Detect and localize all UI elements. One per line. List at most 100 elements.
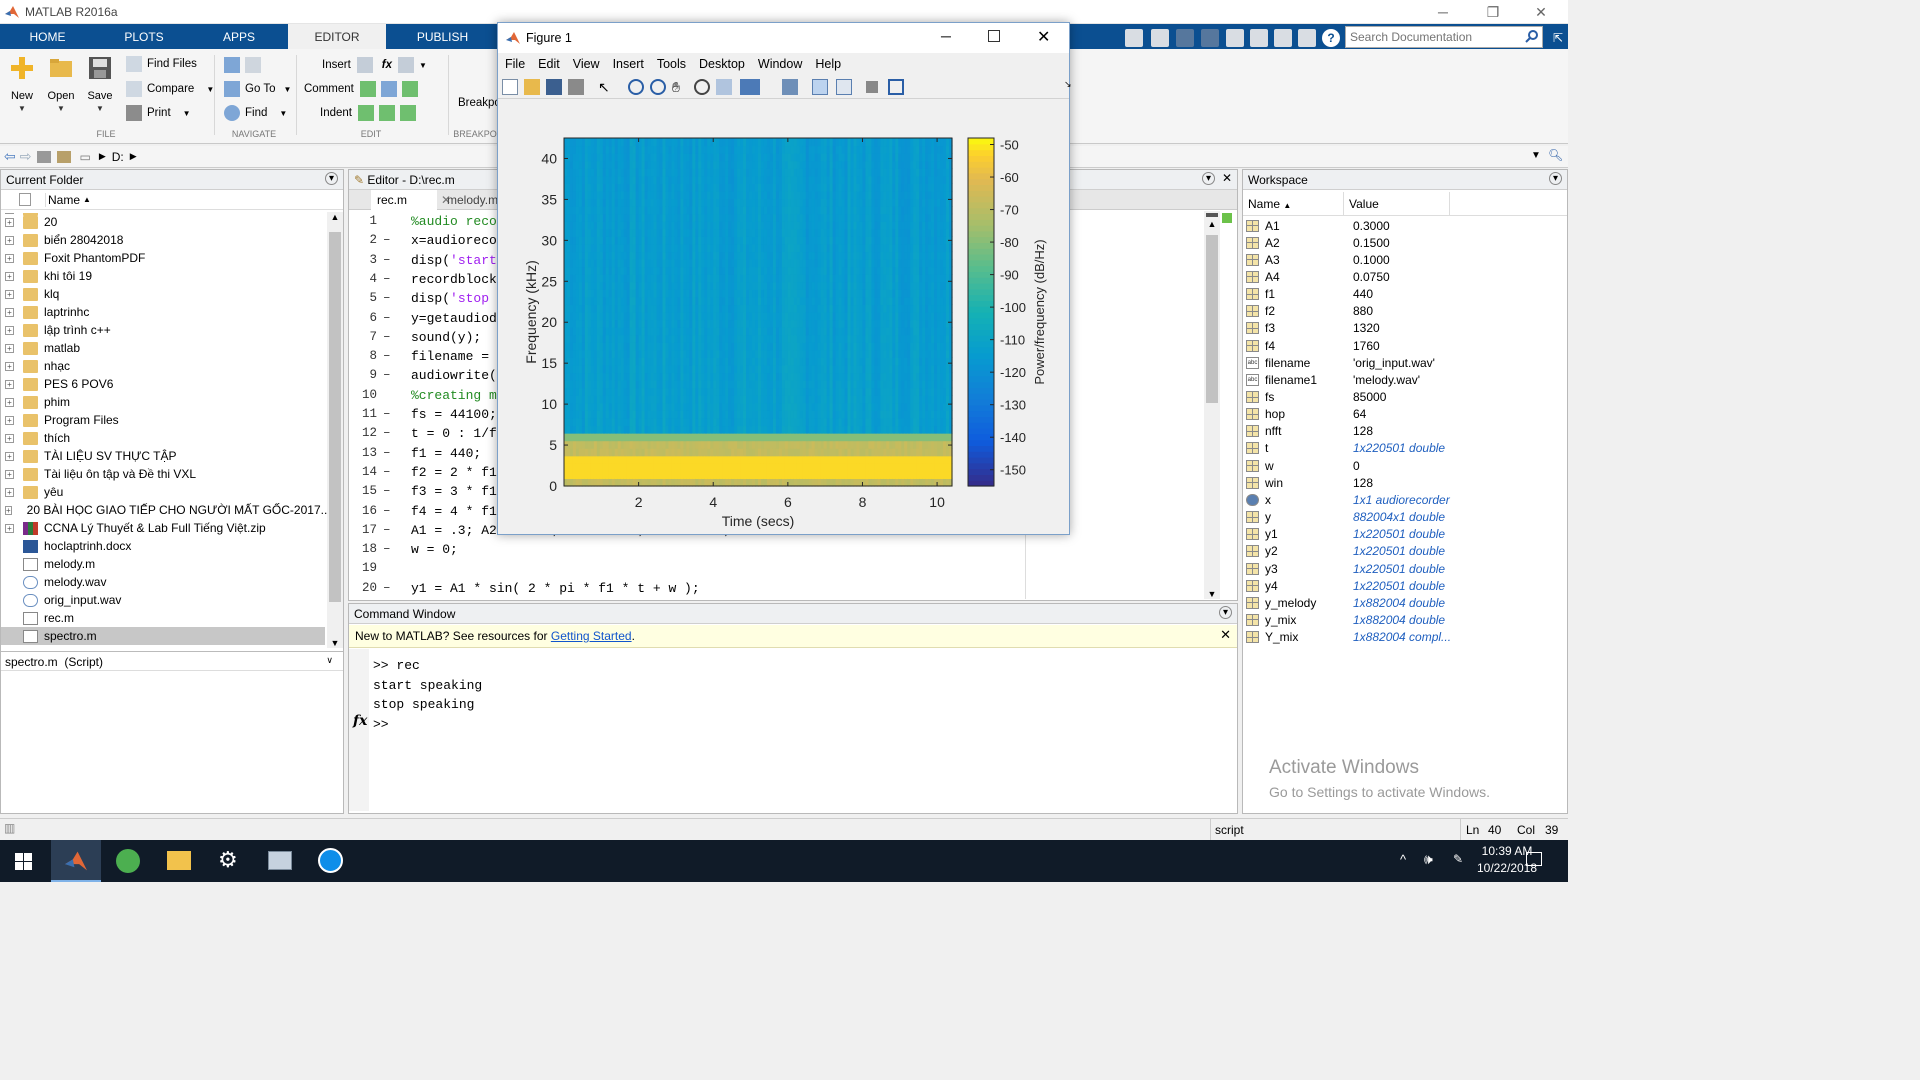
breakpoint-marker[interactable]: – — [383, 291, 391, 305]
workspace-variable[interactable]: x 1x1 audiorecorder — [1243, 491, 1563, 508]
tab-publish[interactable]: PUBLISH — [400, 24, 485, 49]
workspace-variable[interactable]: y3 1x220501 double — [1243, 560, 1563, 577]
path-segment[interactable]: D: — [112, 150, 124, 164]
edit-plot-arrow-icon[interactable]: ↖ — [598, 79, 614, 95]
breakpoint-marker[interactable]: – — [383, 349, 391, 363]
breakpoint-marker[interactable]: – — [383, 523, 391, 537]
brush-icon[interactable] — [740, 79, 760, 95]
breakpoint-marker[interactable]: – — [383, 233, 391, 247]
print-figure-icon[interactable] — [568, 79, 584, 95]
panel-actions-icon[interactable]: ▾ — [1549, 172, 1562, 185]
code-line[interactable]: f3 = 3 * f1 — [411, 484, 497, 499]
tab-editor[interactable]: EDITOR — [288, 24, 386, 49]
folder-scrollbar[interactable]: ▲ ▼ — [327, 212, 343, 648]
workspace-variable[interactable]: y_melody 1x882004 double — [1243, 594, 1563, 611]
workspace-variable[interactable]: f4 1760 — [1243, 337, 1563, 354]
code-line[interactable]: w = 0; — [411, 542, 458, 557]
folder-list-item[interactable]: +20 BÀI HỌC GIAO TIẾP CHO NGƯỜI MẤT GỐC-… — [1, 501, 327, 519]
workspace-variable[interactable]: y 882004x1 double — [1243, 509, 1563, 526]
folder-list-item[interactable]: + CCNA Lý Thuyết & Lab Full Tiếng Việt.zi… — [1, 519, 325, 537]
switch-windows-icon[interactable] — [1298, 29, 1316, 47]
expand-icon[interactable]: + — [5, 397, 14, 407]
breakpoint-marker[interactable]: – — [383, 542, 391, 556]
code-line[interactable]: %creating m — [411, 388, 497, 403]
close-window-button[interactable]: ✕ — [1518, 0, 1564, 24]
workspace-variable[interactable]: f3 1320 — [1243, 320, 1563, 337]
link-plot-icon[interactable] — [782, 79, 798, 95]
code-line[interactable]: t = 0 : 1/f — [411, 426, 497, 441]
code-line[interactable]: f4 = 4 * f1 — [411, 504, 497, 519]
rotate-3d-icon[interactable] — [694, 79, 710, 95]
function-browser-icon[interactable]: fx — [353, 713, 367, 729]
folder-list-item[interactable]: + TÀI LIỆU SV THỰC TẬP — [1, 447, 325, 465]
go-to-button[interactable]: Go To ▼ — [224, 79, 291, 99]
expand-icon[interactable]: + — [5, 325, 14, 335]
panel-actions-icon[interactable]: ▾ — [325, 172, 338, 185]
code-line[interactable]: y1 = A1 * sin( 2 * pi * f1 * t + w ); — [411, 581, 700, 596]
figure-minimize-button[interactable]: ─ — [941, 28, 951, 44]
indent-button[interactable]: Indent — [320, 103, 421, 123]
save-figure-icon[interactable] — [546, 79, 562, 95]
folder-list-item[interactable]: orig_input.wav — [1, 591, 325, 609]
tab-home[interactable]: HOME — [10, 24, 85, 49]
details-toggle-icon[interactable]: ∨ — [326, 655, 333, 666]
open-file-icon[interactable] — [524, 79, 540, 95]
breakpoint-marker[interactable]: – — [383, 426, 391, 440]
comment-button[interactable]: Comment — [304, 79, 423, 99]
cut-icon[interactable] — [1176, 29, 1194, 47]
code-line[interactable]: %audio reco — [411, 214, 497, 229]
workspace-variable[interactable]: A1 0.3000 — [1243, 217, 1563, 234]
code-line[interactable]: f2 = 2 * f1 — [411, 465, 497, 480]
insert-legend-icon[interactable] — [836, 79, 852, 95]
search-folder-icon[interactable]: 🔍︎ — [1548, 148, 1563, 162]
panel-actions-icon[interactable]: ▾ — [1202, 172, 1215, 185]
folder-list-item[interactable]: + Program Files — [1, 411, 325, 429]
workspace-variable[interactable]: fs 85000 — [1243, 389, 1563, 406]
layout-icon[interactable] — [1125, 29, 1143, 47]
close-editor-icon[interactable]: ✕ — [1222, 171, 1232, 185]
menu-file[interactable]: File — [505, 57, 525, 71]
expand-icon[interactable]: + — [5, 469, 14, 479]
folder-list-item[interactable]: + phim — [1, 393, 325, 411]
copy-icon[interactable] — [1201, 29, 1219, 47]
breakpoint-marker[interactable]: – — [383, 253, 391, 267]
scroll-up-icon[interactable]: ▲ — [327, 212, 343, 222]
scroll-down-icon[interactable]: ▼ — [1204, 589, 1220, 599]
expand-icon[interactable]: + — [5, 217, 14, 227]
folder-list-item[interactable]: + khi tôi 19 — [1, 267, 325, 285]
scrollbar-thumb[interactable] — [1206, 235, 1218, 403]
expand-icon[interactable]: + — [5, 415, 14, 425]
workspace-variable[interactable]: t 1x220501 double — [1243, 440, 1563, 457]
folder-list-item[interactable]: + lập trình c++ — [1, 321, 325, 339]
breakpoint-marker[interactable]: – — [383, 484, 391, 498]
expand-toolstrip-icon[interactable]: ⇱ — [1549, 29, 1567, 47]
new-button[interactable]: New ▼ — [2, 55, 42, 113]
code-line[interactable]: sound(y); — [411, 330, 481, 345]
browse-folder-icon[interactable] — [57, 150, 72, 163]
folder-list-item[interactable]: spectro.m — [1, 627, 325, 645]
code-line[interactable]: fs = 44100; — [411, 407, 497, 422]
folder-list-item[interactable]: + biển 28042018 — [1, 231, 325, 249]
folder-list-item[interactable]: rec.m — [1, 609, 325, 627]
tab-plots[interactable]: PLOTS — [105, 24, 183, 49]
folder-list-item[interactable]: + matlab — [1, 339, 325, 357]
breakpoint-marker[interactable]: – — [383, 465, 391, 479]
folder-list-item[interactable]: + thích — [1, 429, 325, 447]
forward-arrow-icon[interactable]: ⇨ — [20, 148, 32, 165]
folder-list-item[interactable]: hoclaptrinh.docx — [1, 537, 325, 555]
compare-button[interactable]: Compare ▼ — [126, 79, 214, 99]
scroll-up-icon[interactable]: ▲ — [1204, 219, 1220, 229]
code-line[interactable]: f1 = 440; — [411, 446, 481, 461]
workspace-variable[interactable]: A3 0.1000 — [1243, 251, 1563, 268]
menu-tools[interactable]: Tools — [657, 57, 686, 71]
workspace-variable[interactable]: f2 880 — [1243, 303, 1563, 320]
breakpoint-marker[interactable]: – — [383, 581, 391, 595]
minimize-button[interactable]: ─ — [1420, 0, 1466, 24]
scroll-down-icon[interactable]: ▼ — [327, 638, 343, 648]
find-button[interactable]: Find ▼ — [224, 103, 287, 123]
folder-list-item[interactable]: + PES 6 POV6 — [1, 375, 325, 393]
show-plot-tools-icon[interactable] — [888, 79, 904, 95]
workspace-value-header[interactable]: Value — [1343, 191, 1449, 216]
figure-maximize-button[interactable] — [988, 30, 1000, 42]
breakpoint-marker[interactable]: – — [383, 407, 391, 421]
